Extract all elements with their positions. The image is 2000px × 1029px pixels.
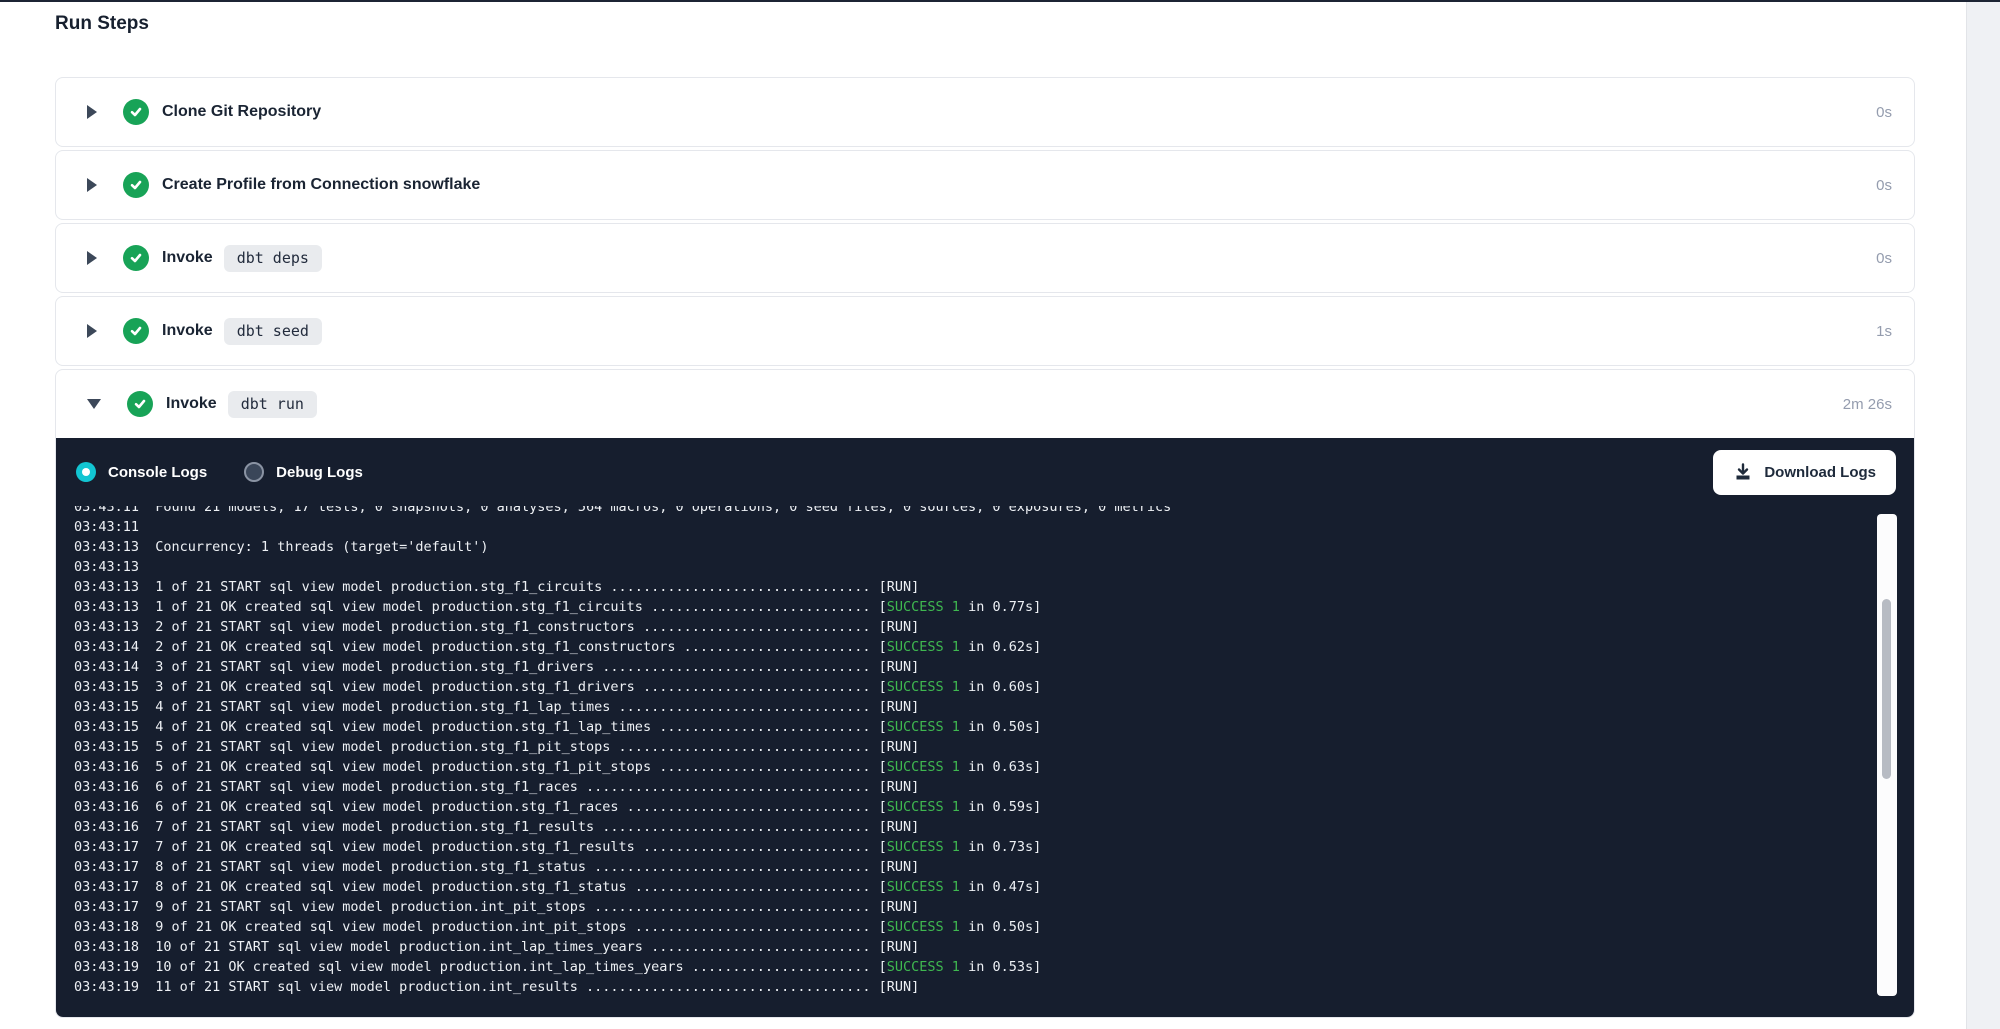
debug-logs-label: Debug Logs bbox=[276, 464, 363, 481]
log-line: 03:43:19 11 of 21 START sql view model p… bbox=[74, 977, 1874, 997]
top-accent-line bbox=[0, 0, 2000, 2]
success-check-icon bbox=[123, 318, 149, 344]
chevron-down-icon[interactable] bbox=[87, 399, 101, 409]
step-header-invoke-dbt-seed[interactable]: Invoke dbt seed 1s bbox=[56, 297, 1914, 365]
log-line: 03:43:15 3 of 21 OK created sql view mod… bbox=[74, 677, 1874, 697]
step-create-profile: Create Profile from Connection snowflake… bbox=[55, 150, 1915, 220]
step-duration: 1s bbox=[1876, 323, 1892, 340]
log-line: 03:43:13 1 of 21 OK created sql view mod… bbox=[74, 597, 1874, 617]
step-clone-git-repository: Clone Git Repository 0s bbox=[55, 77, 1915, 147]
console-log-output: 03:43:11 Found 21 models, 17 tests, 0 sn… bbox=[56, 506, 1874, 1011]
step-header-invoke-dbt-deps[interactable]: Invoke dbt deps 0s bbox=[56, 224, 1914, 292]
download-icon bbox=[1733, 462, 1753, 482]
success-check-icon bbox=[123, 172, 149, 198]
step-invoke-dbt-seed: Invoke dbt seed 1s bbox=[55, 296, 1915, 366]
console-panel: Console Logs Debug Logs Download Logs bbox=[56, 438, 1914, 1017]
steps-list: Clone Git Repository 0s Create Profile f… bbox=[55, 77, 1915, 1018]
console-scrollbar-thumb[interactable] bbox=[1882, 599, 1891, 779]
log-lines: 03:43:11 Found 21 models, 17 tests, 0 sn… bbox=[74, 506, 1874, 997]
chevron-right-icon[interactable] bbox=[87, 251, 97, 265]
step-duration: 0s bbox=[1876, 177, 1892, 194]
log-line: 03:43:11 bbox=[74, 517, 1874, 537]
log-line: 03:43:15 4 of 21 START sql view model pr… bbox=[74, 697, 1874, 717]
log-line: 03:43:16 5 of 21 OK created sql view mod… bbox=[74, 757, 1874, 777]
step-header-create-profile[interactable]: Create Profile from Connection snowflake… bbox=[56, 151, 1914, 219]
log-line: 03:43:17 8 of 21 START sql view model pr… bbox=[74, 857, 1874, 877]
log-line: 03:43:15 4 of 21 OK created sql view mod… bbox=[74, 717, 1874, 737]
download-logs-label: Download Logs bbox=[1764, 464, 1876, 481]
step-header-clone-git-repository[interactable]: Clone Git Repository 0s bbox=[56, 78, 1914, 146]
radio-unselected-icon[interactable] bbox=[244, 462, 264, 482]
step-label: Invoke bbox=[166, 395, 217, 413]
console-logs-label: Console Logs bbox=[108, 464, 207, 481]
step-header-invoke-dbt-run[interactable]: Invoke dbt run 2m 26s bbox=[56, 370, 1914, 438]
step-command-badge: dbt run bbox=[228, 391, 317, 418]
log-line: 03:43:17 7 of 21 OK created sql view mod… bbox=[74, 837, 1874, 857]
log-line: 03:43:17 8 of 21 OK created sql view mod… bbox=[74, 877, 1874, 897]
log-line: 03:43:17 9 of 21 START sql view model pr… bbox=[74, 897, 1874, 917]
log-line: 03:43:16 7 of 21 START sql view model pr… bbox=[74, 817, 1874, 837]
log-line: 03:43:13 bbox=[74, 557, 1874, 577]
log-line: 03:43:16 6 of 21 START sql view model pr… bbox=[74, 777, 1874, 797]
step-label: Create Profile from Connection snowflake bbox=[162, 176, 480, 194]
log-line: 03:43:18 10 of 21 START sql view model p… bbox=[74, 937, 1874, 957]
radio-selected-icon[interactable] bbox=[76, 462, 96, 482]
right-gutter bbox=[1966, 2, 2000, 1029]
success-check-icon bbox=[127, 391, 153, 417]
step-invoke-dbt-run: Invoke dbt run 2m 26s Console Logs Debug… bbox=[55, 369, 1915, 1018]
log-line: 03:43:19 10 of 21 OK created sql view mo… bbox=[74, 957, 1874, 977]
step-duration: 2m 26s bbox=[1843, 396, 1892, 413]
download-logs-button[interactable]: Download Logs bbox=[1713, 450, 1896, 495]
console-header: Console Logs Debug Logs Download Logs bbox=[56, 438, 1914, 506]
log-line: 03:43:14 2 of 21 OK created sql view mod… bbox=[74, 637, 1874, 657]
debug-logs-radio[interactable]: Debug Logs bbox=[244, 462, 363, 482]
step-label: Invoke bbox=[162, 322, 213, 340]
success-check-icon bbox=[123, 99, 149, 125]
console-logs-radio[interactable]: Console Logs bbox=[76, 462, 207, 482]
log-line: 03:43:16 6 of 21 OK created sql view mod… bbox=[74, 797, 1874, 817]
step-duration: 0s bbox=[1876, 104, 1892, 121]
log-line: 03:43:13 2 of 21 START sql view model pr… bbox=[74, 617, 1874, 637]
step-label: Invoke bbox=[162, 249, 213, 267]
step-command-badge: dbt seed bbox=[224, 318, 322, 345]
step-command-badge: dbt deps bbox=[224, 245, 322, 272]
step-duration: 0s bbox=[1876, 250, 1892, 267]
step-label: Clone Git Repository bbox=[162, 103, 321, 121]
log-line: 03:43:15 5 of 21 START sql view model pr… bbox=[74, 737, 1874, 757]
chevron-right-icon[interactable] bbox=[87, 105, 97, 119]
chevron-right-icon[interactable] bbox=[87, 324, 97, 338]
log-line: 03:43:11 Found 21 models, 17 tests, 0 sn… bbox=[74, 506, 1874, 517]
chevron-right-icon[interactable] bbox=[87, 178, 97, 192]
page-title: Run Steps bbox=[55, 12, 1915, 36]
step-invoke-dbt-deps: Invoke dbt deps 0s bbox=[55, 223, 1915, 293]
log-line: 03:43:18 9 of 21 OK created sql view mod… bbox=[74, 917, 1874, 937]
console-scrollbar-track[interactable] bbox=[1877, 514, 1897, 996]
log-line: 03:43:13 1 of 21 START sql view model pr… bbox=[74, 577, 1874, 597]
success-check-icon bbox=[123, 245, 149, 271]
log-line: 03:43:13 Concurrency: 1 threads (target=… bbox=[74, 537, 1874, 557]
log-line: 03:43:14 3 of 21 START sql view model pr… bbox=[74, 657, 1874, 677]
run-steps-panel: Run Steps Clone Git Repository 0s Create… bbox=[55, 12, 1915, 1021]
